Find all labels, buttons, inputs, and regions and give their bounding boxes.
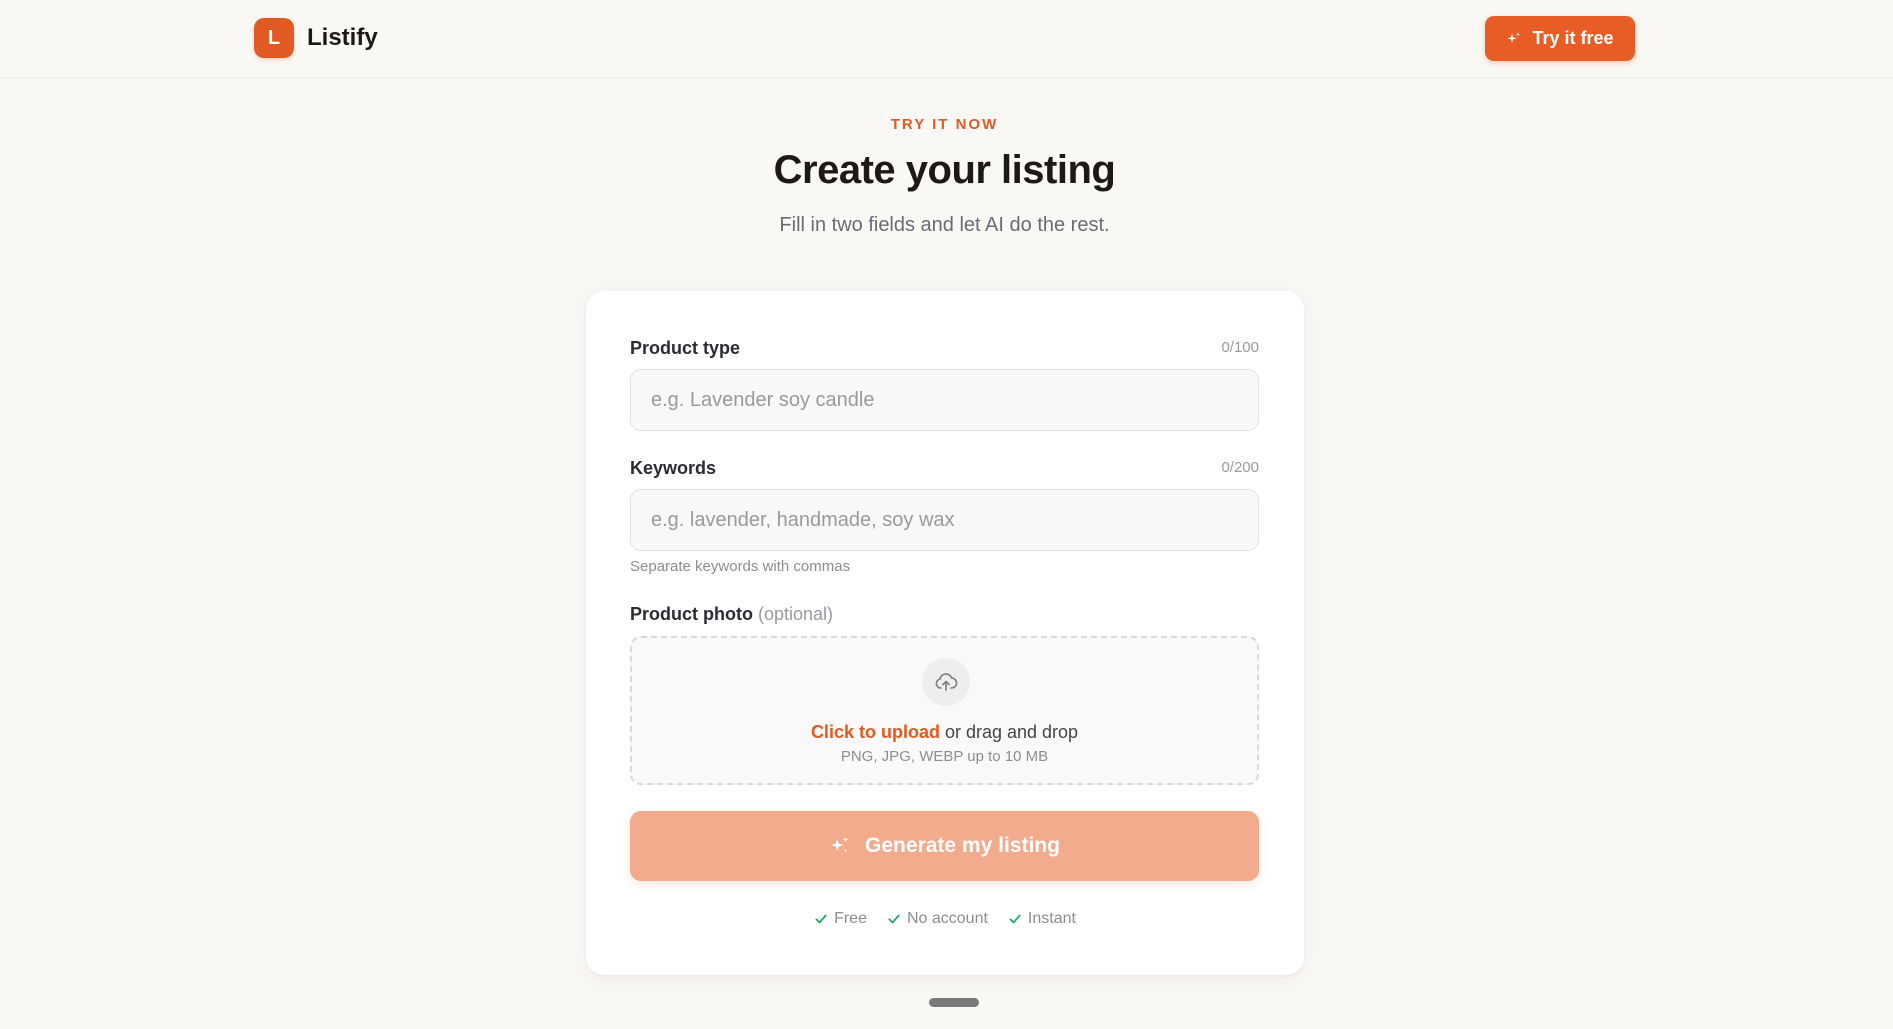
perk-label: Free [834,910,867,927]
perk-label: Instant [1027,910,1076,927]
try-it-free-button[interactable]: Try it free [1485,16,1635,61]
perks-list: Free No account Instant [586,910,1304,928]
perk-free: Free [814,910,867,928]
perk-no-account: No account [887,910,988,928]
listing-form-card: Product type 0/100 Keywords 0/200 Separa… [586,291,1304,975]
check-icon [815,914,827,924]
check-icon [1009,914,1021,924]
perk-label: No account [906,910,988,927]
product-type-counter: 0/100 [1221,339,1259,356]
upload-formats: PNG, JPG, WEBP up to 10 MB [840,748,1049,765]
upload-instruction: Click to upload or drag and drop [632,722,1257,743]
upload-cloud-icon [935,673,958,691]
generate-listing-label: Generate my listing [865,834,1060,857]
brand-logo[interactable]: L Listify [254,18,378,58]
check-icon [888,914,900,924]
try-it-free-label: Try it free [1532,28,1614,48]
optional-tag: (optional) [758,604,834,624]
keywords-counter: 0/200 [1221,459,1259,476]
photo-dropzone[interactable]: Click to upload or drag and drop PNG, JP… [630,636,1259,785]
product-type-input[interactable] [630,369,1259,431]
brand-name: Listify [307,24,378,51]
section-eyebrow: TRY IT NOW [890,116,999,133]
page-title: Create your listing [773,148,1116,192]
logo-mark: L [254,18,294,58]
scroll-handle[interactable] [929,998,979,1007]
product-photo-label-text: Product photo [630,604,753,624]
keywords-label: Keywords [630,458,717,478]
page-subtitle: Fill in two fields and let AI do the res… [779,214,1110,236]
product-type-label: Product type [630,338,741,358]
perk-instant: Instant [1008,910,1076,928]
drag-drop-text: or drag and drop [939,722,1079,742]
upload-icon-container [922,658,970,706]
keywords-input[interactable] [630,489,1259,551]
click-to-upload-link[interactable]: Click to upload [811,722,940,742]
generate-listing-button[interactable]: Generate my listing [630,811,1259,881]
keywords-hint: Separate keywords with commas [630,558,851,575]
top-navigation-bar: L Listify Try it free [0,0,1893,78]
product-photo-label: Product photo (optional) [630,604,833,625]
sparkle-icon [1507,31,1521,43]
sparkle-icon [830,836,849,853]
